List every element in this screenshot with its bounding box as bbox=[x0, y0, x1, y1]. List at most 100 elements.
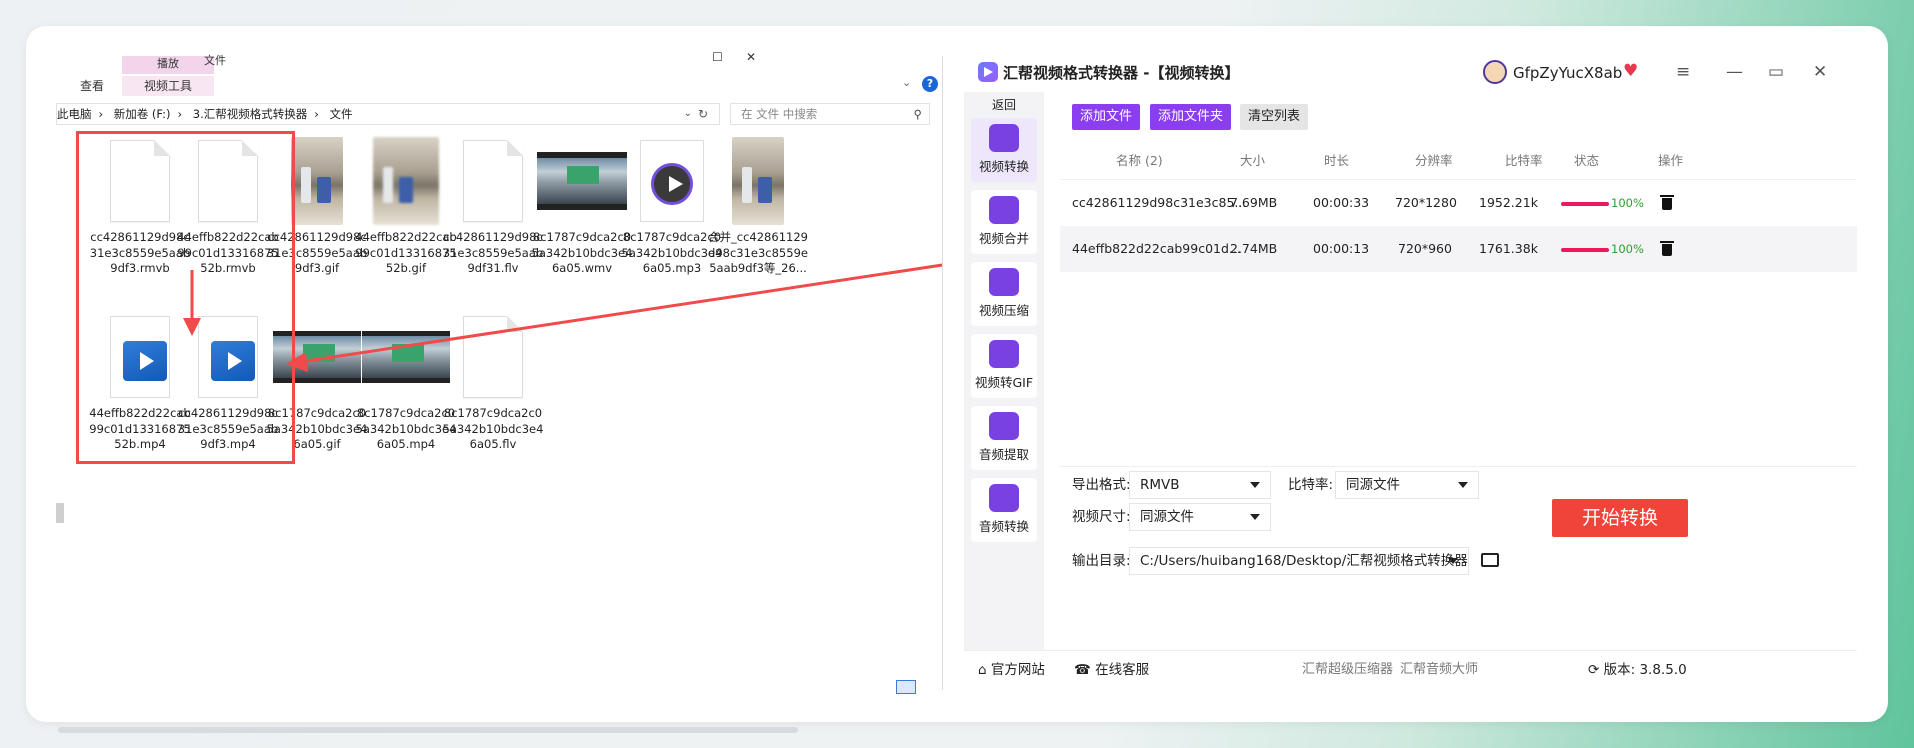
cell-name: 44effb822d22cab99c01d... bbox=[1072, 241, 1241, 256]
chevron-down-icon bbox=[1448, 558, 1458, 564]
cell-resolution: 720*1280 bbox=[1395, 195, 1457, 210]
cell-status: 100% bbox=[1561, 226, 1644, 272]
video-thumbnail bbox=[537, 152, 627, 210]
col-actions: 操作 bbox=[1658, 153, 1684, 168]
file-name: 8c1787c9dca2c05a342b10bdc3e46a05.wmv bbox=[531, 230, 633, 275]
chevron-right-icon: › bbox=[314, 107, 319, 121]
trash-icon[interactable] bbox=[1660, 240, 1674, 256]
ribbon-tab-video-tools[interactable]: 视频工具 bbox=[122, 76, 214, 96]
close-icon[interactable]: ✕ bbox=[1813, 60, 1827, 84]
view-mode-toggle[interactable] bbox=[896, 680, 916, 694]
start-convert-button[interactable]: 开始转换 bbox=[1552, 499, 1688, 537]
chevron-down-icon bbox=[1458, 482, 1468, 488]
gif-icon bbox=[989, 340, 1019, 368]
sidebar-item-label: 视频转换 bbox=[978, 159, 1029, 174]
sidebar-item-label: 视频压缩 bbox=[978, 303, 1029, 318]
col-bitrate: 比特率 bbox=[1505, 153, 1543, 168]
breadcrumb-files[interactable]: 文件 bbox=[330, 107, 353, 121]
footer-link-audio[interactable]: 汇帮音频大师 bbox=[1400, 651, 1478, 689]
progress-percent: 100% bbox=[1611, 196, 1644, 210]
video-compress-icon bbox=[989, 268, 1019, 296]
file-item[interactable]: 8c1787c9dca2c05a342b10bdc3e46a05.wmv bbox=[530, 136, 634, 277]
table-row[interactable]: cc42861129d98c31e3c85... 7.69MB 00:00:33… bbox=[1060, 180, 1857, 226]
audio-play-icon bbox=[640, 140, 704, 222]
minimize-icon[interactable]: — bbox=[1726, 60, 1743, 84]
bitrate-select[interactable]: 同源文件 bbox=[1335, 471, 1479, 499]
chevron-down-icon[interactable]: ⌄ bbox=[684, 104, 692, 124]
ribbon-context-tab-play[interactable]: 播放 bbox=[122, 56, 214, 74]
video-merge-icon bbox=[989, 196, 1019, 224]
username[interactable]: GfpZyYucX8ab bbox=[1513, 62, 1622, 84]
format-select[interactable]: RMVB bbox=[1129, 471, 1271, 499]
main-panel: 添加文件 添加文件夹 清空列表 名称 (2) 大小 时长 分辨率 比特率 状态 … bbox=[1060, 92, 1857, 690]
music-note-icon bbox=[989, 412, 1019, 440]
vip-heart-icon[interactable]: ♥ bbox=[1623, 60, 1638, 82]
app-title: 汇帮视频格式转换器 -【视频转换】 bbox=[1003, 64, 1240, 82]
converter-app-window: 汇帮视频格式转换器 -【视频转换】 GfpZyYucX8ab ♥ ≡ — ▭ ✕… bbox=[942, 56, 1857, 690]
sidebar-item-label: 视频转GIF bbox=[974, 375, 1034, 390]
folder-icon[interactable] bbox=[1481, 553, 1499, 567]
app-footer: ⌂ 官方网站 ☎ 在线客服 汇帮超级压缩器 汇帮音频大师 ⟳ 版本: 3.8.5… bbox=[964, 650, 1857, 690]
back-button[interactable]: 返回 bbox=[964, 96, 1044, 113]
avatar[interactable] bbox=[1483, 60, 1507, 84]
sidebar-item-video-convert[interactable]: 视频转换 bbox=[971, 118, 1037, 182]
chevron-down-icon bbox=[1250, 514, 1260, 520]
maximize-icon[interactable]: ▭ bbox=[1768, 60, 1784, 84]
output-dir-select[interactable]: C:/Users/huibang168/Desktop/汇帮视频格式转换器 bbox=[1129, 547, 1469, 575]
highlight-box bbox=[76, 131, 295, 464]
breadcrumb-app-folder[interactable]: 3.汇帮视频格式转换器 bbox=[193, 107, 307, 121]
scrollbar-thumb[interactable] bbox=[56, 503, 64, 523]
sidebar-item-video-merge[interactable]: 视频合并 bbox=[971, 190, 1037, 254]
help-icon[interactable]: ? bbox=[922, 76, 938, 92]
blank-doc-icon bbox=[463, 316, 523, 398]
add-file-button[interactable]: 添加文件 bbox=[1072, 104, 1141, 130]
version-info[interactable]: ⟳ 版本: 3.8.5.0 bbox=[1588, 651, 1687, 689]
app-logo-icon bbox=[978, 62, 998, 82]
sidebar-item-video-compress[interactable]: 视频压缩 bbox=[971, 262, 1037, 326]
add-folder-button[interactable]: 添加文件夹 bbox=[1150, 104, 1232, 130]
microphone-icon bbox=[989, 484, 1019, 512]
official-website-link[interactable]: ⌂ 官方网站 bbox=[978, 651, 1045, 689]
sidebar-item-audio-extract[interactable]: 音频提取 bbox=[971, 406, 1037, 470]
headset-icon: ☎ bbox=[1074, 662, 1096, 678]
address-bar[interactable]: 此电脑 › 新加卷 (F:) › 3.汇帮视频格式转换器 › 文件 ⌄ ↻ bbox=[56, 103, 720, 125]
video-convert-icon bbox=[989, 124, 1019, 152]
ribbon-tab-view[interactable]: 查看 bbox=[80, 76, 104, 96]
sidebar-item-audio-convert[interactable]: 音频转换 bbox=[971, 478, 1037, 542]
breadcrumb-drive[interactable]: 新加卷 (F:) bbox=[114, 107, 171, 121]
clear-list-button[interactable]: 清空列表 bbox=[1240, 104, 1309, 130]
close-icon[interactable]: ✕ bbox=[746, 50, 756, 64]
cell-name: cc42861129d98c31e3c85... bbox=[1072, 195, 1247, 210]
search-input[interactable]: 在 文件 中搜索 ⚲ bbox=[730, 103, 930, 125]
progress-bar bbox=[1561, 201, 1609, 206]
trash-icon[interactable] bbox=[1660, 194, 1674, 210]
chevron-down-icon bbox=[1250, 482, 1260, 488]
settings-panel: 导出格式: RMVB 比特率: 同源文件 视频尺寸: 同源文件 开始转换 输出目… bbox=[1060, 466, 1857, 606]
col-duration: 时长 bbox=[1324, 153, 1350, 168]
sidebar-item-label: 音频提取 bbox=[978, 447, 1029, 462]
file-item[interactable]: 8c1787c9dca2c05a342b10bdc3e46a05.flv bbox=[441, 312, 545, 453]
refresh-icon[interactable]: ↻ bbox=[698, 104, 708, 124]
details-view-icon[interactable] bbox=[896, 680, 916, 694]
photo-thumbnail bbox=[373, 137, 439, 225]
menu-icon[interactable]: ≡ bbox=[1676, 60, 1690, 84]
sidebar-item-label: 音频转换 bbox=[978, 519, 1029, 534]
chevron-down-icon[interactable]: ⌄ bbox=[902, 76, 911, 89]
ribbon-window-title: 文件 bbox=[204, 54, 226, 67]
app-title-bar: 汇帮视频格式转换器 -【视频转换】 GfpZyYucX8ab ♥ ≡ — ▭ ✕ bbox=[943, 56, 1857, 92]
breadcrumb-this-pc[interactable]: 此电脑 bbox=[57, 107, 92, 121]
format-label: 导出格式: bbox=[1072, 477, 1131, 493]
col-name[interactable]: 名称 (2) bbox=[1116, 142, 1163, 180]
size-select[interactable]: 同源文件 bbox=[1129, 503, 1271, 531]
footer-link-compressor[interactable]: 汇帮超级压缩器 bbox=[1302, 651, 1393, 689]
maximize-icon[interactable]: ☐ bbox=[712, 50, 723, 64]
format-value: RMVB bbox=[1140, 477, 1180, 493]
table-row[interactable]: 44effb822d22cab99c01d... 2.74MB 00:00:13… bbox=[1060, 226, 1857, 272]
page-scrollbar[interactable] bbox=[58, 727, 798, 733]
file-item[interactable]: 合并_cc42861129d98c31e3c8559e5aab9df3等_26.… bbox=[706, 136, 810, 277]
online-service-link[interactable]: ☎ 在线客服 bbox=[1074, 651, 1149, 689]
photo-thumbnail bbox=[291, 137, 343, 225]
sidebar-item-video-to-gif[interactable]: 视频转GIF bbox=[971, 334, 1037, 398]
blank-doc-icon bbox=[463, 140, 523, 222]
chevron-right-icon: › bbox=[177, 107, 183, 121]
